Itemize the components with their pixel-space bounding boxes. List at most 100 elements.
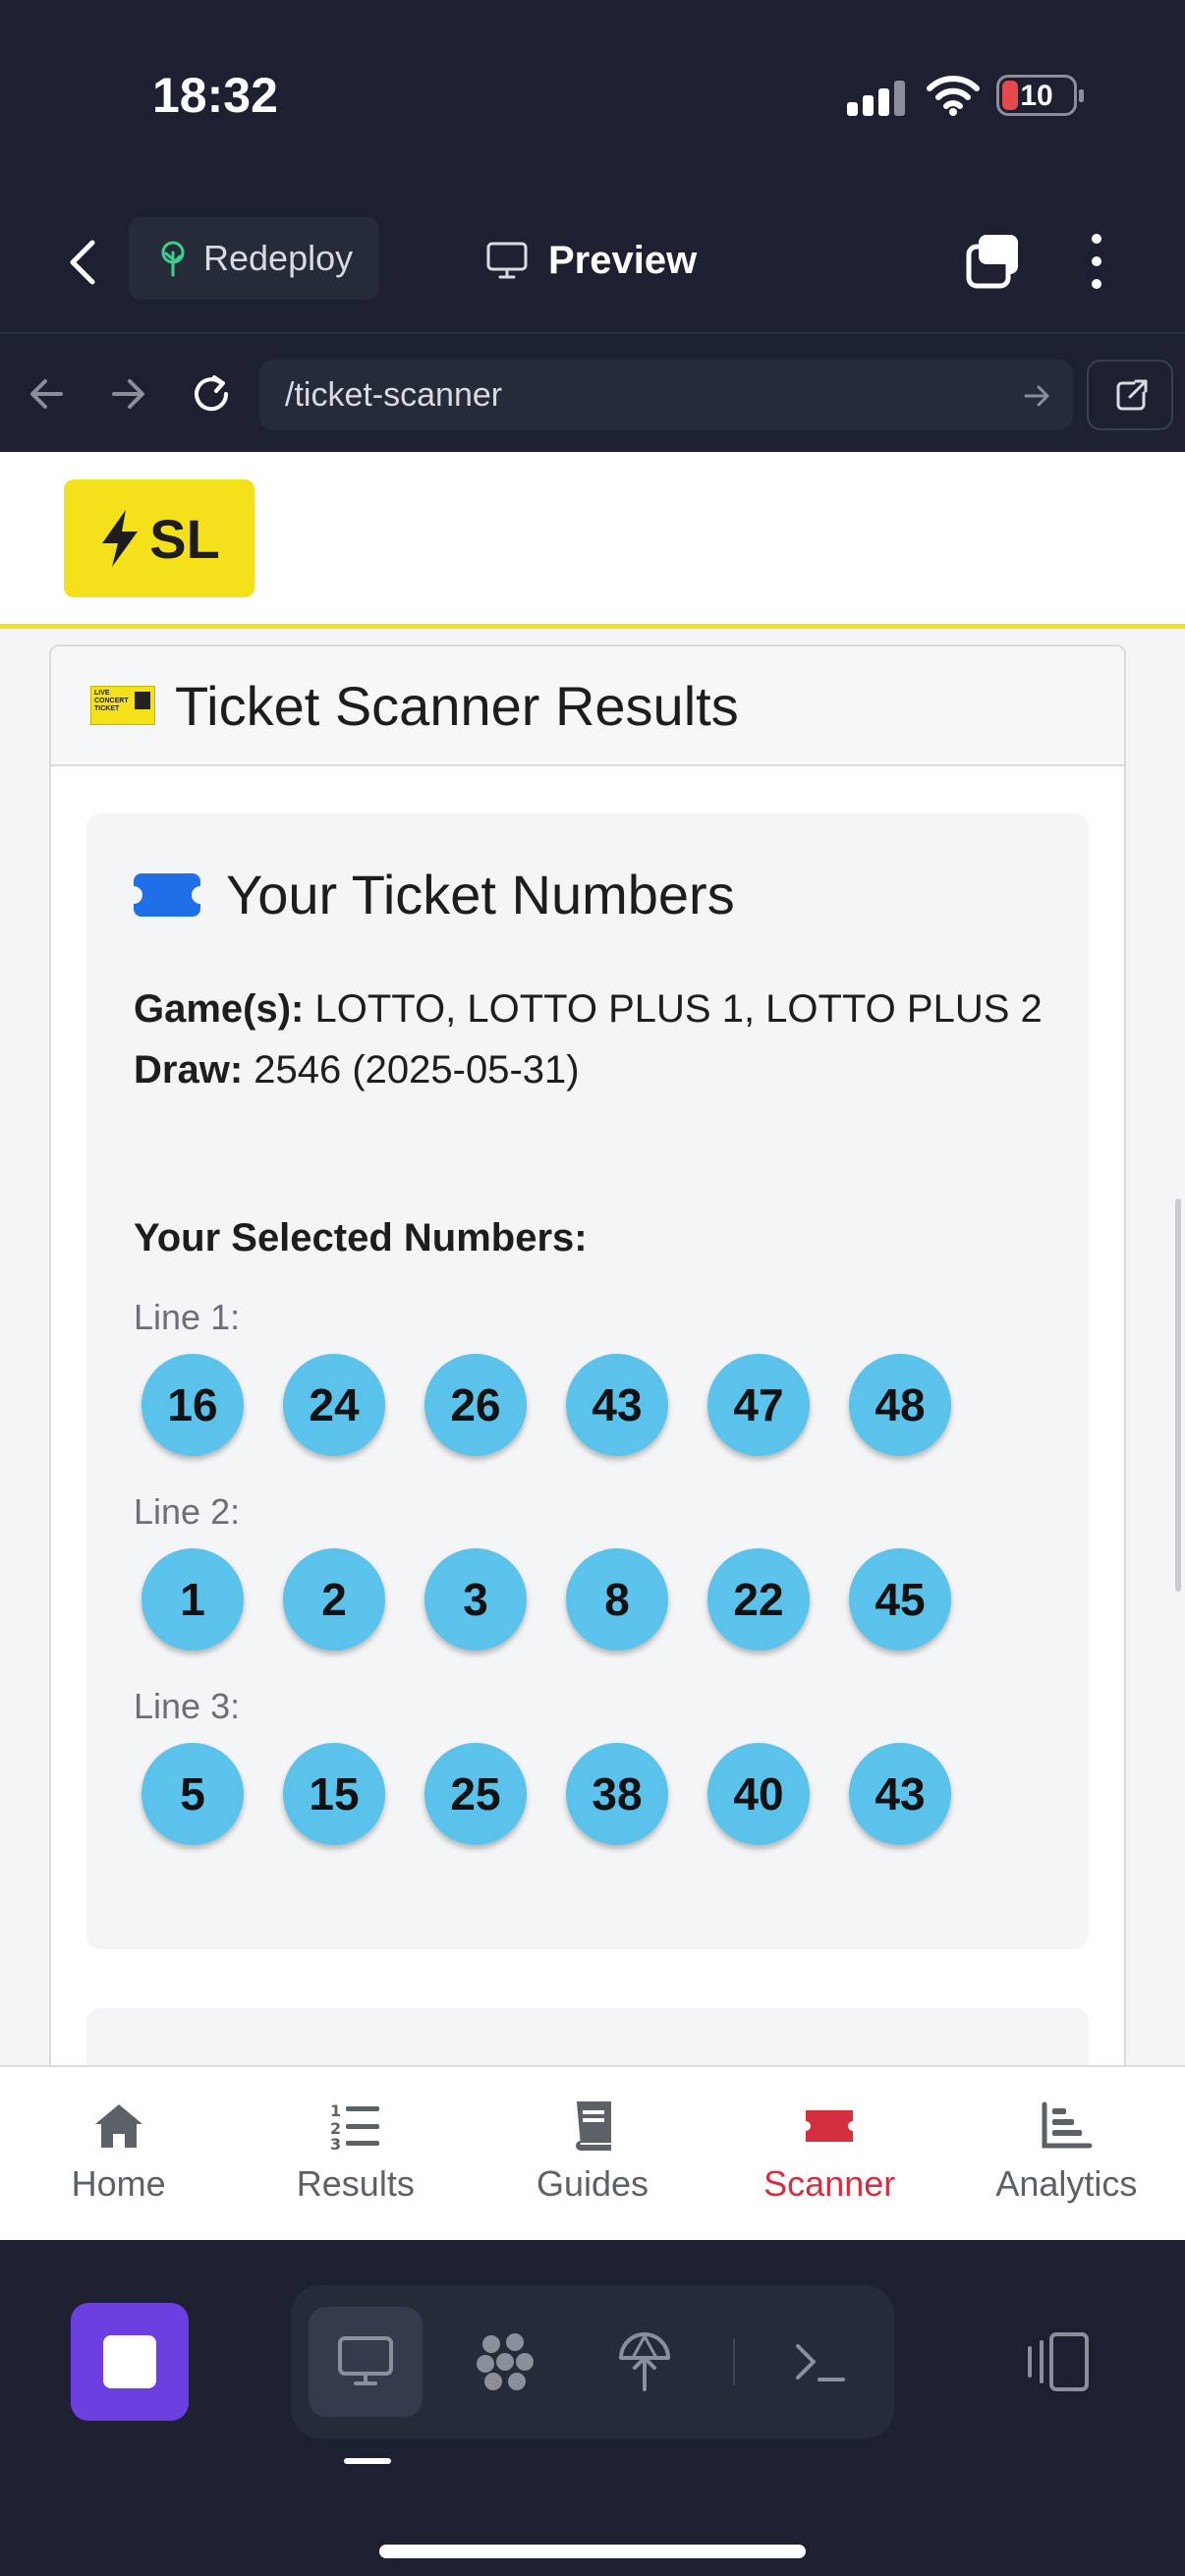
redeploy-button[interactable]: Redeploy	[129, 217, 379, 300]
open-external-button[interactable]	[1087, 360, 1173, 430]
terminal-tool-button[interactable]	[762, 2307, 876, 2417]
line-label: Line 2:	[134, 1491, 241, 1532]
site-header: SL	[0, 452, 1185, 629]
scrollbar[interactable]	[1175, 1199, 1181, 1592]
site-logo[interactable]: SL	[64, 479, 254, 597]
tool-group	[291, 2285, 894, 2438]
preview-label: Preview	[548, 238, 698, 282]
number-ball: 43	[849, 1743, 951, 1845]
panel-heading: Your Ticket Numbers	[125, 863, 735, 926]
monitor-icon	[338, 2336, 393, 2385]
number-ball: 8	[566, 1548, 668, 1651]
stop-button[interactable]	[71, 2303, 189, 2421]
line-label: Line 1:	[134, 1297, 241, 1337]
cluster-icon	[477, 2333, 534, 2390]
card-title: Ticket Scanner Results	[175, 674, 739, 737]
games-value: LOTTO, LOTTO PLUS 1, LOTTO PLUS 2	[314, 987, 1043, 1031]
ticket-icon	[806, 2110, 854, 2142]
number-ball: 15	[283, 1743, 385, 1845]
card-header: LIVE CONCERT TICKET Ticket Scanner Results	[51, 646, 1124, 766]
nav-label: Scanner	[763, 2163, 896, 2204]
nav-label: Results	[296, 2163, 415, 2204]
number-ball: 5	[141, 1743, 244, 1845]
number-ball: 26	[424, 1354, 527, 1456]
ordered-list-icon: 1 2 3	[330, 2101, 379, 2152]
svg-text:1: 1	[330, 2101, 341, 2120]
stop-square-icon	[103, 2335, 156, 2388]
draw-row: Draw: 2546 (2025-05-31)	[134, 1039, 1057, 1100]
number-row: 5 15 25 38 40 43	[141, 1743, 951, 1845]
deploy-icon	[619, 2332, 670, 2391]
side-panel-icon[interactable]	[1018, 2330, 1093, 2393]
nav-item-guides[interactable]: Guides	[474, 2067, 710, 2240]
number-ball: 24	[283, 1354, 385, 1456]
app-header: Redeploy Preview	[0, 192, 1185, 334]
home-indicator	[379, 2545, 806, 2558]
number-ball: 43	[566, 1354, 668, 1456]
draw-value: 2546 (2025-05-31)	[254, 1048, 580, 1092]
number-ball: 38	[566, 1743, 668, 1845]
battery-level: 10	[1020, 80, 1053, 112]
external-link-icon	[1116, 379, 1148, 411]
nav-item-analytics[interactable]: Analytics	[948, 2067, 1185, 2240]
games-row: Game(s): LOTTO, LOTTO PLUS 1, LOTTO PLUS…	[134, 979, 1057, 1039]
nav-label: Guides	[536, 2163, 649, 2204]
book-icon	[576, 2101, 611, 2151]
preview-tool-button[interactable]	[309, 2307, 423, 2417]
number-ball: 40	[707, 1743, 810, 1845]
number-ball: 3	[424, 1548, 527, 1651]
lightning-bolt-icon	[102, 510, 139, 567]
cellular-signal-icon	[847, 81, 906, 116]
status-time: 18:32	[152, 68, 278, 123]
more-options-icon[interactable]	[1077, 227, 1116, 296]
redeploy-label: Redeploy	[203, 238, 354, 278]
line-label: Line 3:	[134, 1686, 241, 1726]
ticket-numbers-panel: Your Ticket Numbers Game(s): LOTTO, LOTT…	[86, 813, 1089, 1949]
active-tool-indicator	[344, 2458, 391, 2464]
reload-icon[interactable]	[189, 371, 234, 417]
browser-back-icon[interactable]	[24, 371, 69, 417]
go-arrow-icon[interactable]	[1022, 381, 1051, 411]
browser-forward-icon[interactable]	[106, 371, 151, 417]
workspace-tool-button[interactable]	[448, 2307, 562, 2417]
nav-label: Analytics	[995, 2163, 1138, 2204]
wifi-icon	[927, 76, 980, 116]
number-row: 16 24 26 43 47 48	[141, 1354, 951, 1456]
tree-icon	[161, 241, 185, 277]
number-ball: 16	[141, 1354, 244, 1456]
url-text: /ticket-scanner	[285, 375, 503, 414]
draw-label: Draw:	[134, 1048, 244, 1092]
nav-item-results[interactable]: 1 2 3 Results	[237, 2067, 474, 2240]
bar-chart-icon	[1042, 2101, 1093, 2149]
terminal-icon	[796, 2344, 845, 2381]
number-ball: 25	[424, 1743, 527, 1845]
svg-text:3: 3	[330, 2135, 341, 2152]
concert-ticket-icon: LIVE CONCERT TICKET	[90, 686, 155, 725]
games-label: Game(s):	[134, 987, 305, 1031]
nav-item-home[interactable]: Home	[0, 2067, 237, 2240]
ticket-info: Game(s): LOTTO, LOTTO PLUS 1, LOTTO PLUS…	[134, 979, 1057, 1100]
back-chevron-icon[interactable]	[57, 231, 106, 294]
tabs-icon[interactable]	[963, 231, 1024, 292]
logo-text: SL	[149, 507, 220, 570]
number-ball: 1	[141, 1548, 244, 1651]
panel-title: Your Ticket Numbers	[226, 864, 735, 925]
web-viewport: SL LIVE CONCERT TICKET Ticket Scanner Resu…	[0, 452, 1185, 2065]
url-field[interactable]: /ticket-scanner	[259, 360, 1073, 430]
number-ball: 22	[707, 1548, 810, 1651]
browser-toolbar: /ticket-scanner	[0, 336, 1185, 452]
ticket-icon	[125, 872, 209, 917]
deploy-tool-button[interactable]	[588, 2307, 702, 2417]
preview-tab[interactable]: Preview	[485, 231, 697, 290]
results-card: LIVE CONCERT TICKET Ticket Scanner Results…	[49, 644, 1126, 2065]
ide-toolbar	[0, 2240, 1185, 2576]
number-ball: 47	[707, 1354, 810, 1456]
home-icon	[94, 2104, 142, 2148]
number-ball: 48	[849, 1354, 951, 1456]
nav-item-scanner[interactable]: Scanner	[711, 2067, 948, 2240]
toolbar-divider	[733, 2338, 735, 2385]
number-ball: 45	[849, 1548, 951, 1651]
nav-label: Home	[71, 2163, 166, 2204]
battery-icon: 10	[996, 75, 1084, 116]
status-bar: 18:32 10	[0, 0, 1185, 192]
